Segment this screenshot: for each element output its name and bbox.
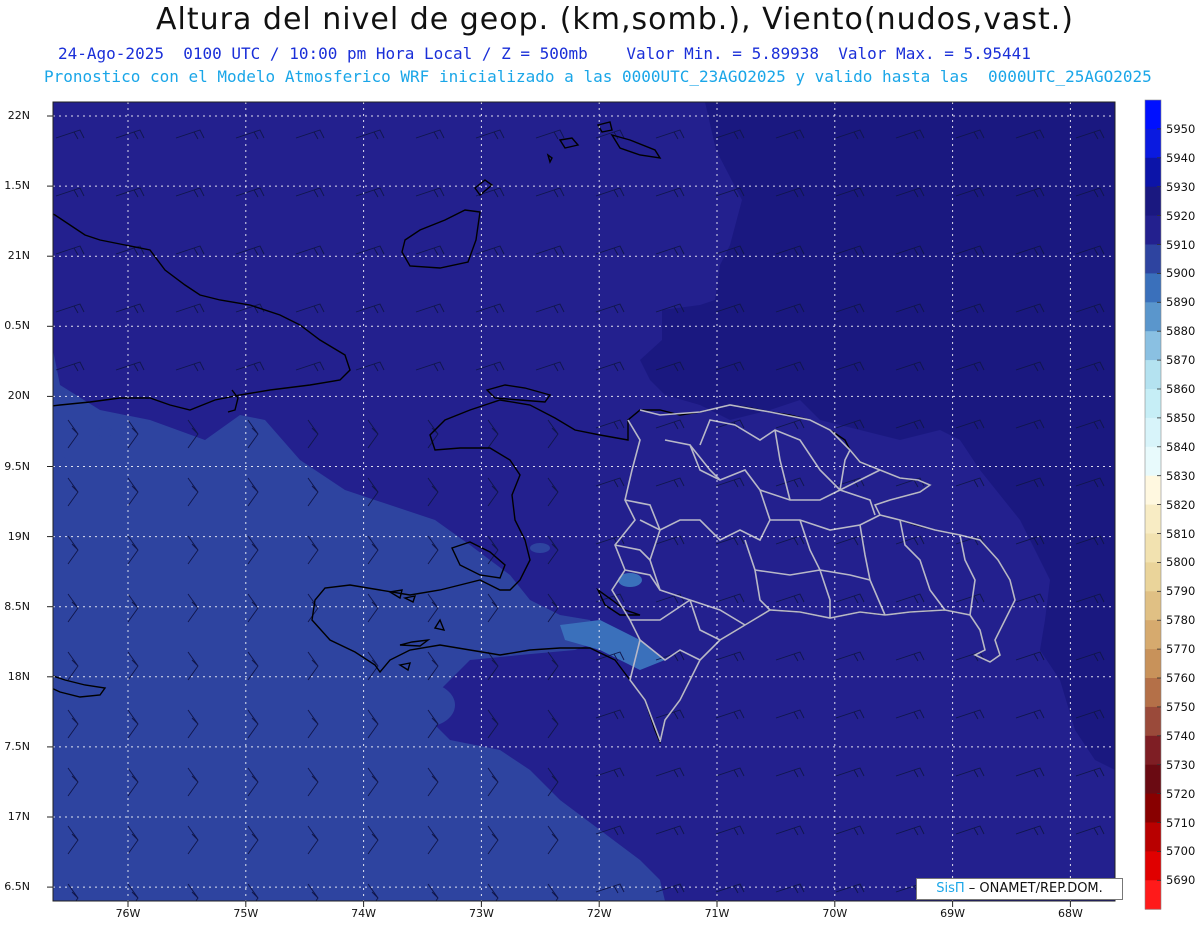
colorbar-level: 5810 (1166, 526, 1196, 541)
colorbar-level: 5720 (1166, 786, 1196, 801)
colorbar-level: 5700 (1166, 844, 1196, 859)
colorbar-level: 5770 (1166, 642, 1196, 657)
colorbar-swatch (1145, 360, 1161, 390)
lon-label: 71W (704, 907, 730, 920)
lat-label: 7.5N (4, 739, 30, 753)
geopotential-shading (53, 102, 1115, 901)
colorbar-swatch (1145, 446, 1161, 477)
colorbar-level: 5800 (1166, 555, 1196, 570)
credit-box: SisΠ – ONAMET/REP.DOM. (916, 878, 1123, 900)
colorbar-level: 5880 (1166, 324, 1196, 339)
colorbar-level: 5750 (1166, 699, 1196, 714)
lat-label: 19N (7, 529, 30, 543)
colorbar-swatch (1145, 417, 1161, 448)
colorbar-level: 5710 (1166, 815, 1196, 830)
lat-label: 17N (7, 810, 30, 823)
colorbar-swatch (1145, 273, 1161, 303)
colorbar-swatch (1145, 186, 1161, 217)
colorbar-swatch (1145, 591, 1161, 621)
colorbar-level: 5780 (1166, 613, 1196, 628)
colorbar-level: 5760 (1166, 671, 1196, 685)
colorbar-level: 5910 (1166, 237, 1196, 252)
colorbar-swatch (1145, 215, 1161, 245)
colorbar-level: 5900 (1166, 266, 1196, 281)
colorbar-swatch (1145, 389, 1161, 419)
colorbar-level: 5860 (1166, 382, 1196, 396)
colorbar-level: 5820 (1166, 497, 1196, 512)
colorbar-level: 5940 (1166, 150, 1196, 165)
colorbar-level: 5850 (1166, 410, 1196, 425)
colorbar-swatch (1145, 620, 1161, 650)
colorbar-swatch (1145, 562, 1161, 592)
colorbar-level: 5690 (1166, 873, 1196, 888)
lat-label: 6.5N (4, 880, 30, 894)
colorbar-swatch (1145, 649, 1161, 679)
credit-org: – ONAMET/REP.DOM. (968, 881, 1103, 896)
colorbar-swatch (1145, 302, 1161, 332)
colorbar-swatch (1145, 504, 1161, 534)
colorbar-level: 5930 (1166, 179, 1196, 194)
lat-label: 1.5N (4, 179, 30, 193)
colorbar-swatch (1145, 128, 1161, 159)
colorbar-level: 5950 (1166, 121, 1196, 136)
colorbar-swatch (1145, 533, 1161, 563)
colorbar-swatch (1145, 764, 1161, 795)
colorbar-swatch (1145, 157, 1161, 188)
colorbar-level: 5790 (1166, 584, 1196, 599)
lat-label: 22N (7, 109, 30, 122)
colorbar-swatch (1145, 706, 1161, 737)
colorbar-swatch (1145, 331, 1161, 361)
colorbar-level: 5830 (1166, 468, 1196, 483)
colorbar (1144, 99, 1162, 910)
colorbar-level: 5740 (1166, 728, 1196, 743)
colorbar-level: 5890 (1166, 295, 1196, 310)
colorbar-swatch (1145, 678, 1161, 708)
lat-label: 21N (7, 249, 30, 263)
lat-label: 0.5N (4, 319, 30, 333)
colorbar-level: 5920 (1166, 208, 1196, 223)
lat-label: 8.5N (4, 599, 30, 613)
colorbar-swatch (1145, 735, 1161, 766)
colorbar-level: 5870 (1166, 353, 1196, 368)
colorbar-swatch (1145, 100, 1161, 130)
colorbar-swatch (1145, 822, 1161, 852)
lon-label: 69W (940, 907, 966, 920)
colorbar-swatch (1145, 244, 1161, 274)
lat-label: 18N (7, 669, 30, 683)
colorbar-swatch (1145, 475, 1161, 506)
lon-label: 74W (351, 907, 377, 920)
colorbar-swatch (1145, 851, 1161, 881)
lon-label: 70W (822, 907, 848, 920)
sis-logo-text: SisΠ (936, 881, 965, 896)
lon-label: 72W (586, 907, 612, 920)
lat-label: 9.5N (4, 459, 30, 473)
lon-label: 68W (1057, 907, 1083, 920)
colorbar-swatch (1145, 880, 1161, 910)
lon-label: 75W (233, 907, 259, 920)
colorbar-level: 5840 (1166, 439, 1196, 454)
forecast-map (47, 99, 1162, 910)
colorbar-level: 5730 (1166, 757, 1196, 772)
lat-label: 20N (7, 389, 30, 403)
lon-label: 76W (115, 907, 141, 920)
colorbar-swatch (1145, 793, 1161, 823)
lon-label: 73W (468, 907, 494, 920)
